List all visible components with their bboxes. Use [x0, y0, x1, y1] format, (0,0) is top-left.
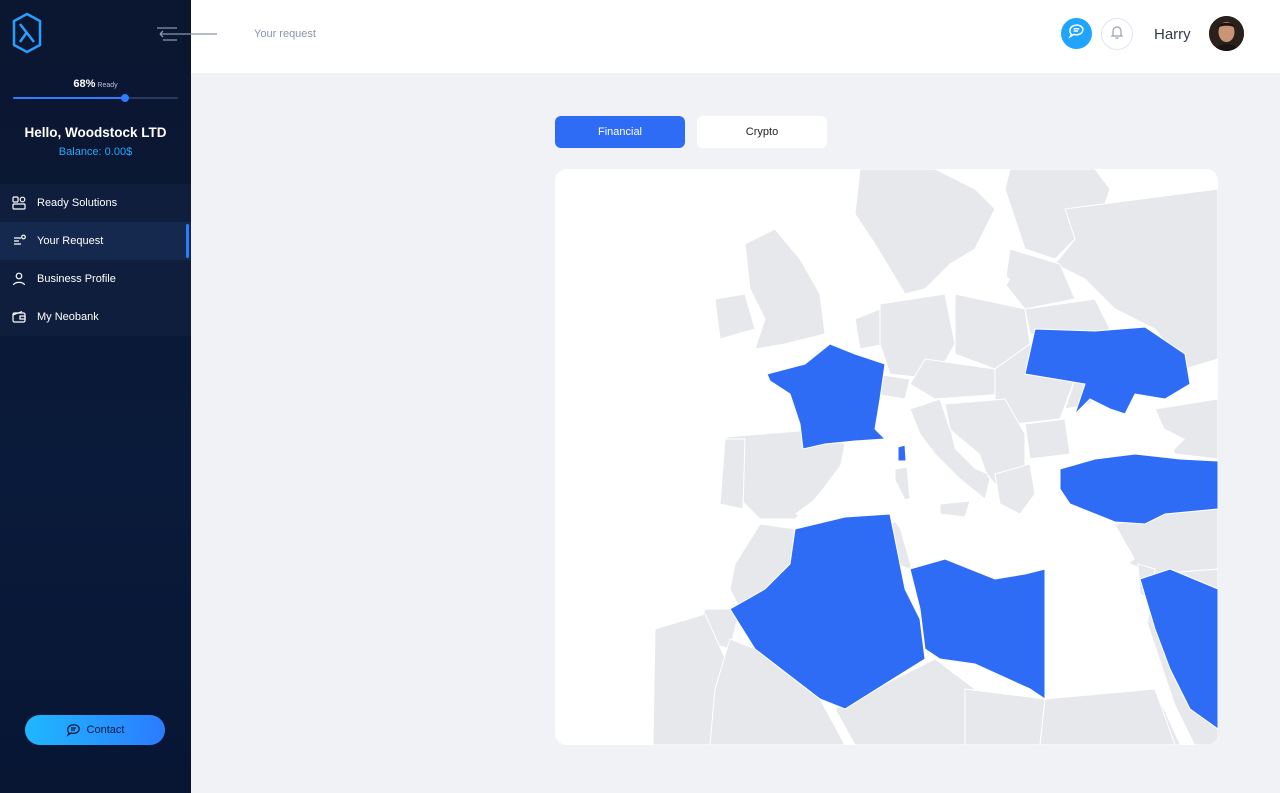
greeting: Hello, Woodstock LTD: [24, 125, 167, 140]
sidebar-item-ready-solutions[interactable]: Ready Solutions: [0, 184, 191, 222]
sidebar-item-my-neobank[interactable]: My Neobank: [0, 298, 191, 336]
request-icon: [12, 234, 26, 248]
chat-icon: [65, 722, 82, 738]
progress-bar: [13, 94, 178, 102]
chat-icon: [1067, 22, 1086, 45]
region-map: [652, 169, 1218, 745]
menu-toggle-icon[interactable]: [155, 26, 219, 44]
sea-baltic: [950, 259, 1010, 299]
tab-crypto[interactable]: Crypto: [697, 116, 827, 148]
sidebar-item-your-request[interactable]: Your Request: [0, 222, 191, 260]
contact-label: Contact: [86, 724, 125, 736]
country-corsica: [897, 444, 907, 462]
chat-button[interactable]: [1061, 18, 1092, 49]
map-card: [555, 169, 1218, 745]
sidebar-item-label: Your Request: [37, 235, 104, 247]
notifications-button[interactable]: [1101, 18, 1133, 50]
bell-icon: [1109, 24, 1125, 45]
avatar[interactable]: [1209, 16, 1244, 51]
country-sudan: [1039, 688, 1176, 745]
user-name[interactable]: Harry: [1154, 26, 1191, 43]
progress-value: 68%: [73, 78, 96, 90]
country-sicily: [939, 500, 971, 518]
country-bulgaria: [1024, 418, 1071, 460]
sidebar-item-label: My Neobank: [37, 311, 99, 323]
progress-handle: [121, 94, 130, 102]
sidebar-nav: Ready Solutions Your Request Business Pr…: [0, 184, 191, 336]
sidebar-item-label: Business Profile: [37, 273, 116, 285]
country-ireland: [714, 293, 756, 340]
balance: Balance: 0.00$: [58, 146, 133, 158]
breadcrumb: Your request: [254, 28, 316, 40]
country-portugal: [719, 438, 746, 510]
sidebar-item-business-profile[interactable]: Business Profile: [0, 260, 191, 298]
sidebar-item-label: Ready Solutions: [37, 197, 118, 209]
wallet-icon: [12, 310, 26, 324]
country-uk: [744, 228, 826, 350]
contact-button[interactable]: Contact: [25, 715, 165, 745]
progress-fill: [13, 97, 126, 99]
user-icon: [12, 272, 26, 286]
tab-financial[interactable]: Financial: [555, 116, 685, 148]
progress-label: 68% Ready: [0, 78, 191, 90]
solutions-icon: [12, 196, 26, 210]
progress-suffix: Ready: [97, 82, 118, 89]
sidebar: 68% Ready Hello, Woodstock LTD Balance: 0…: [0, 0, 191, 793]
country-chad: [964, 688, 1046, 745]
logo-icon[interactable]: [10, 12, 44, 54]
